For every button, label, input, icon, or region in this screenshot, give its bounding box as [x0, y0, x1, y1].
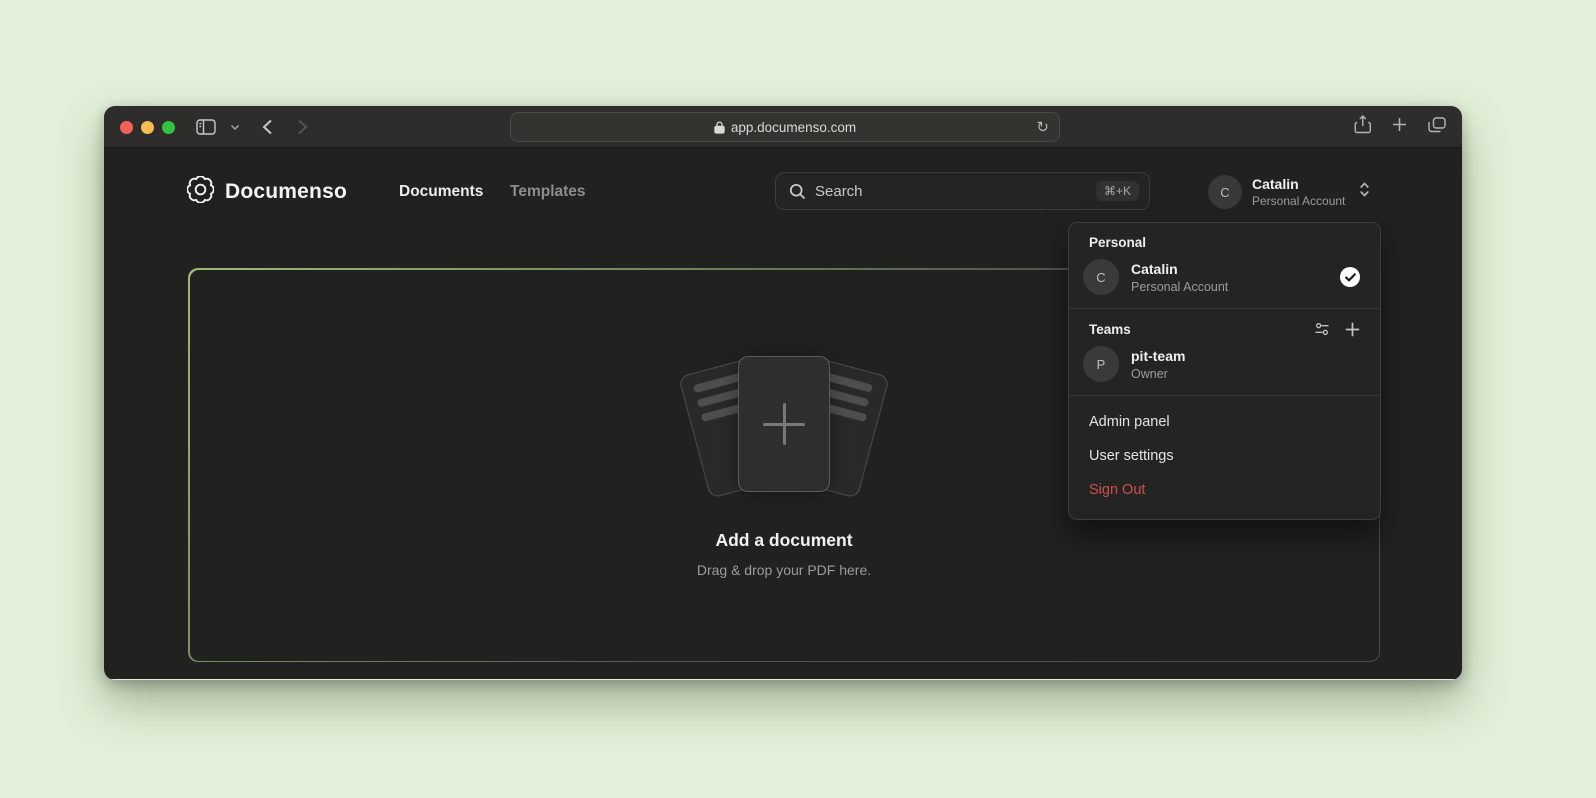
plus-icon — [763, 403, 805, 445]
documenso-logo-icon — [187, 176, 214, 208]
documenso-app: Documenso Documents Templates ⌘+K C Cata… — [104, 148, 1462, 679]
search-input[interactable] — [815, 183, 1096, 200]
search-bar[interactable]: ⌘+K — [775, 172, 1150, 210]
account-avatar: C — [1208, 175, 1242, 209]
nav-documents[interactable]: Documents — [399, 183, 483, 201]
selected-check-icon — [1340, 267, 1360, 287]
search-icon — [789, 183, 806, 200]
personal-name: Catalin — [1131, 261, 1340, 277]
brand[interactable]: Documenso — [187, 176, 347, 208]
minimize-window-button[interactable] — [141, 121, 154, 134]
chevron-up-down-icon — [1358, 181, 1371, 203]
manage-teams-icon[interactable] — [1314, 321, 1330, 337]
url-text: app.documenso.com — [731, 120, 856, 135]
close-window-button[interactable] — [120, 121, 133, 134]
search-shortcut-badge: ⌘+K — [1096, 181, 1139, 201]
account-dropdown-menu: Personal C Catalin Personal Account — [1068, 222, 1381, 520]
new-tab-icon[interactable] — [1392, 117, 1407, 137]
address-bar[interactable]: app.documenso.com ↻ — [510, 112, 1060, 142]
desktop: app.documenso.com ↻ — [0, 0, 1596, 798]
personal-avatar: C — [1083, 259, 1119, 295]
dropzone-title: Add a document — [715, 530, 852, 551]
browser-window: app.documenso.com ↻ — [104, 106, 1462, 680]
brand-name: Documenso — [225, 180, 347, 204]
card-front-add — [738, 356, 830, 492]
personal-section-heading: Personal — [1089, 235, 1146, 250]
menu-item-sign-out[interactable]: Sign Out — [1069, 473, 1380, 507]
team-item[interactable]: P pit-team Owner — [1083, 346, 1366, 382]
forward-button-icon — [297, 119, 308, 135]
document-cards-illustration — [669, 352, 899, 502]
back-button-icon[interactable] — [262, 119, 273, 135]
team-name: pit-team — [1131, 348, 1366, 364]
account-type: Personal Account — [1252, 194, 1345, 208]
menu-item-user-settings[interactable]: User settings — [1069, 439, 1380, 473]
personal-sub: Personal Account — [1131, 280, 1340, 294]
zoom-window-button[interactable] — [162, 121, 175, 134]
team-avatar: P — [1083, 346, 1119, 382]
traffic-lights — [120, 106, 175, 148]
tab-overview-icon[interactable] — [1428, 117, 1446, 138]
personal-account-item[interactable]: C Catalin Personal Account — [1083, 259, 1366, 295]
nav-templates[interactable]: Templates — [510, 183, 586, 201]
sidebar-toggle-icon[interactable] — [196, 119, 216, 135]
lock-icon — [714, 121, 725, 134]
dropzone-subtitle: Drag & drop your PDF here. — [697, 562, 871, 578]
account-menu-button[interactable]: C Catalin Personal Account — [1208, 175, 1371, 209]
browser-toolbar: app.documenso.com ↻ — [104, 106, 1462, 148]
team-role: Owner — [1131, 367, 1366, 381]
teams-section-heading: Teams — [1089, 322, 1131, 337]
reload-icon[interactable]: ↻ — [1036, 118, 1049, 136]
menu-item-admin-panel[interactable]: Admin panel — [1069, 405, 1380, 439]
account-name: Catalin — [1252, 176, 1345, 192]
share-icon[interactable] — [1354, 115, 1371, 139]
chevron-down-icon[interactable] — [230, 124, 240, 131]
add-team-icon[interactable] — [1345, 322, 1360, 337]
